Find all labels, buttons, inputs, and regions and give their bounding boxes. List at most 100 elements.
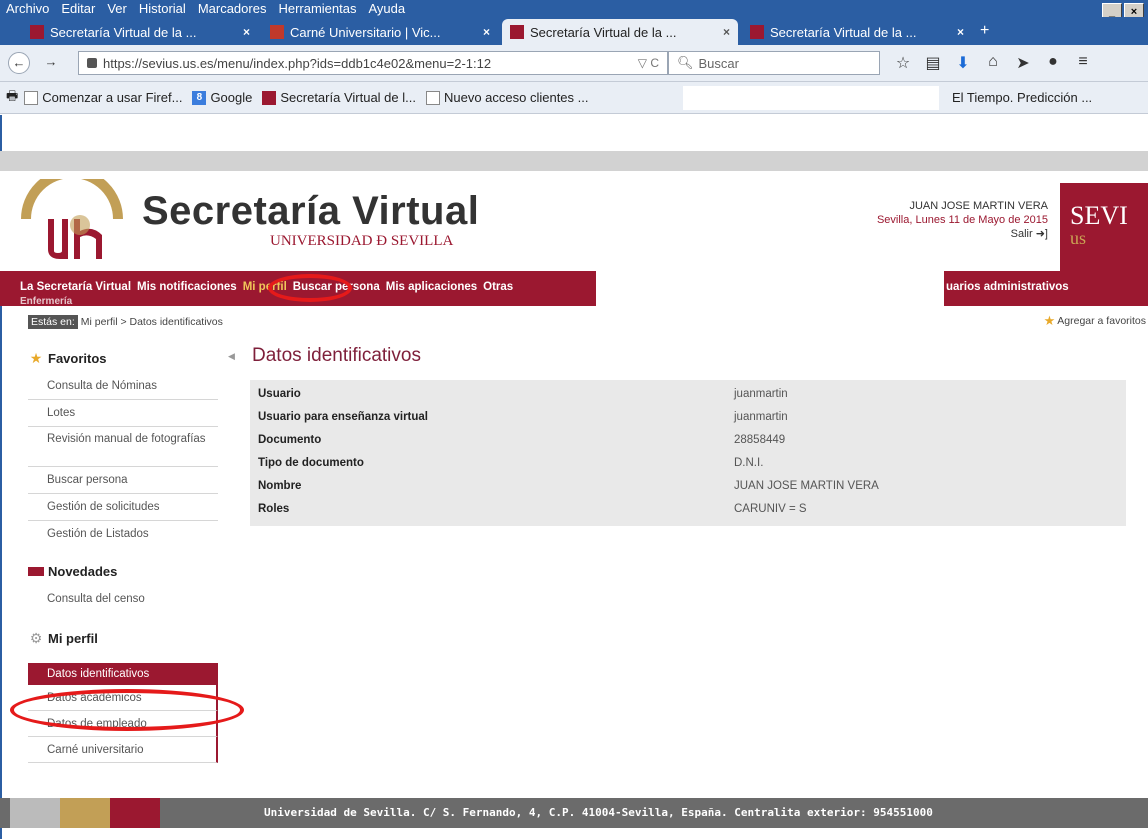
sidebar-item-datos-academicos[interactable]: Datos académicos: [28, 685, 218, 711]
star-icon: ★: [1043, 313, 1056, 328]
close-tab-icon[interactable]: ×: [243, 25, 250, 39]
sidebar-item-gestion-listados[interactable]: Gestión de Listados: [28, 521, 218, 548]
sidebar-item-consulta-nominas[interactable]: Consulta de Nóminas: [28, 373, 218, 400]
tab-4[interactable]: Secretaría Virtual de la ... ×: [742, 19, 972, 45]
table-row: Usuario para enseñanza virtual juanmarti…: [250, 405, 1126, 428]
main-menu-second-line[interactable]: Enfermería: [20, 296, 72, 307]
menu-buscar-persona[interactable]: Buscar persona: [293, 281, 380, 293]
footer-block-red: [110, 798, 160, 828]
row-value: juanmartin: [734, 387, 788, 400]
logout-link[interactable]: Salir ➜]: [877, 227, 1048, 241]
table-row: Nombre JUAN JOSE MARTIN VERA: [250, 474, 1126, 497]
tab-label: Secretaría Virtual de la ...: [50, 24, 197, 40]
sevius-favicon-icon: [30, 25, 44, 39]
print-icon[interactable]: 🖶︎: [6, 87, 18, 109]
menu-mis-notificaciones[interactable]: Mis notificaciones: [137, 281, 237, 293]
bookmark-google[interactable]: 8 Google: [192, 90, 252, 105]
university-seal-icon[interactable]: [18, 179, 126, 265]
section-title: Novedades: [48, 563, 118, 579]
tab-3-active[interactable]: Secretaría Virtual de la ... ×: [502, 19, 738, 45]
sidebar-item-lotes[interactable]: Lotes: [28, 400, 218, 427]
tab-label: Carné Universitario | Vic...: [290, 24, 441, 40]
bookmark-secretaria[interactable]: Secretaría Virtual de l...: [262, 90, 416, 105]
bookmark-label: Secretaría Virtual de l...: [280, 90, 416, 105]
page-icon: [24, 90, 39, 105]
sidebar-item-datos-empleado[interactable]: Datos de empleado: [28, 711, 218, 737]
search-placeholder: Buscar: [698, 55, 739, 71]
menu-usuarios-administrativos[interactable]: uarios administrativos: [946, 281, 1069, 293]
site-subtitle: UNIVERSIDAD Đ SEVILLA: [270, 233, 454, 249]
logo-subtext: us: [1070, 228, 1087, 248]
row-key: Usuario: [258, 387, 301, 400]
sidebar-item-datos-identificativos[interactable]: Datos identificativos: [28, 663, 218, 685]
row-value: JUAN JOSE MARTIN VERA: [734, 479, 879, 492]
menu-mis-aplicaciones[interactable]: Mis aplicaciones: [386, 281, 477, 293]
bookmark-nuevo-acceso[interactable]: Nuevo acceso clientes ...: [425, 90, 589, 105]
menu-editar[interactable]: Editar: [61, 1, 95, 16]
menu-icon[interactable]: ≡: [1068, 53, 1098, 73]
row-key: Usuario para enseñanza virtual: [258, 410, 429, 423]
reading-list-icon[interactable]: ▤: [918, 53, 948, 73]
downloads-icon[interactable]: ⬇: [948, 53, 978, 73]
collapse-sidebar-icon[interactable]: ◀: [228, 351, 235, 362]
add-favorite-button[interactable]: ★ Agregar a favoritos: [1044, 313, 1146, 329]
close-tab-icon[interactable]: ×: [723, 25, 730, 39]
tiempo-icon: [944, 91, 948, 105]
carne-favicon-icon: [270, 25, 284, 39]
main-menu-items: La Secretaría Virtual Mis notificaciones…: [20, 281, 519, 293]
back-button[interactable]: ←: [8, 52, 30, 74]
sidebar-item-revision-fotografias[interactable]: Revisión manual de fotografías: [28, 427, 218, 467]
search-input[interactable]: 🔍︎ Buscar: [668, 51, 880, 75]
sidebar-item-buscar-persona[interactable]: Buscar persona: [28, 467, 218, 494]
chat-icon[interactable]: ●: [1038, 53, 1068, 73]
menu-historial[interactable]: Historial: [139, 1, 186, 16]
reload-icon[interactable]: ▽ C: [638, 56, 667, 70]
close-tab-icon[interactable]: ×: [957, 25, 964, 39]
section-mi-perfil: ⚙ Mi perfil: [28, 623, 218, 653]
tab-1[interactable]: Secretaría Virtual de la ... ×: [22, 19, 258, 45]
new-tab-button[interactable]: +: [980, 22, 989, 40]
sidebar-item-gestion-solicitudes[interactable]: Gestión de solicitudes: [28, 494, 218, 521]
redacted-area: [683, 86, 939, 110]
site-footer: Universidad de Sevilla. C/ S. Fernando, …: [0, 798, 1148, 828]
row-key: Documento: [258, 433, 322, 446]
menu-marcadores[interactable]: Marcadores: [198, 1, 267, 16]
bookmark-el-tiempo[interactable]: El Tiempo. Predicción ...: [944, 90, 1092, 105]
menu-row: Archivo Editar Ver Historial Marcadores …: [0, 0, 411, 17]
menu-la-secretaria-virtual[interactable]: La Secretaría Virtual: [20, 281, 131, 293]
footer-block-gold: [60, 798, 110, 828]
menu-ver[interactable]: Ver: [107, 1, 127, 16]
tab-bar: Secretaría Virtual de la ... × Carné Uni…: [0, 17, 1148, 45]
sevius-favicon-icon: [510, 25, 524, 39]
bookmark-star-icon[interactable]: ☆: [888, 53, 918, 73]
tab-2[interactable]: Carné Universitario | Vic... ×: [262, 19, 498, 45]
close-tab-icon[interactable]: ×: [483, 25, 490, 39]
google-icon: 8: [192, 90, 207, 105]
section-favoritos: ★ Favoritos: [28, 343, 218, 373]
bookmark-label: Nuevo acceso clientes ...: [443, 90, 589, 105]
home-icon[interactable]: ⌂: [978, 53, 1008, 73]
breadcrumb: Estás en: Mi perfil > Datos identificati…: [28, 313, 1146, 331]
menu-mi-perfil[interactable]: Mi perfil: [243, 281, 287, 293]
send-icon[interactable]: ➤: [1008, 53, 1038, 73]
bookmark-label: Google: [210, 90, 253, 105]
breadcrumb-path[interactable]: Mi perfil > Datos identificativos: [81, 316, 223, 328]
row-key: Nombre: [258, 479, 302, 492]
site-header: Secretaría Virtual UNIVERSIDAD Đ SEVILLA…: [0, 171, 1148, 271]
menu-archivo[interactable]: Archivo: [6, 1, 49, 16]
sevius-logo: SEVI us: [1060, 183, 1148, 271]
current-date: Sevilla, Lunes 11 de Mayo de 2015: [876, 214, 1048, 226]
menu-herramientas[interactable]: Herramientas: [278, 1, 356, 16]
search-icon: 🔍︎: [677, 55, 694, 70]
section-novedades: Novedades: [28, 556, 218, 586]
bookmark-comenzar[interactable]: Comenzar a usar Firef...: [24, 90, 182, 105]
sidebar-item-carne-universitario[interactable]: Carné universitario: [28, 737, 218, 763]
sidebar-item-consulta-censo[interactable]: Consulta del censo: [28, 586, 218, 613]
table-row: Roles CARUNIV = S: [250, 497, 1126, 520]
table-row: Documento 28858449: [250, 428, 1126, 451]
forward-button[interactable]: →: [40, 52, 62, 74]
menu-otras[interactable]: Otras: [483, 281, 513, 293]
menu-ayuda[interactable]: Ayuda: [368, 1, 405, 16]
url-bar[interactable]: https://sevius.us.es/menu/index.php?ids=…: [78, 51, 668, 75]
